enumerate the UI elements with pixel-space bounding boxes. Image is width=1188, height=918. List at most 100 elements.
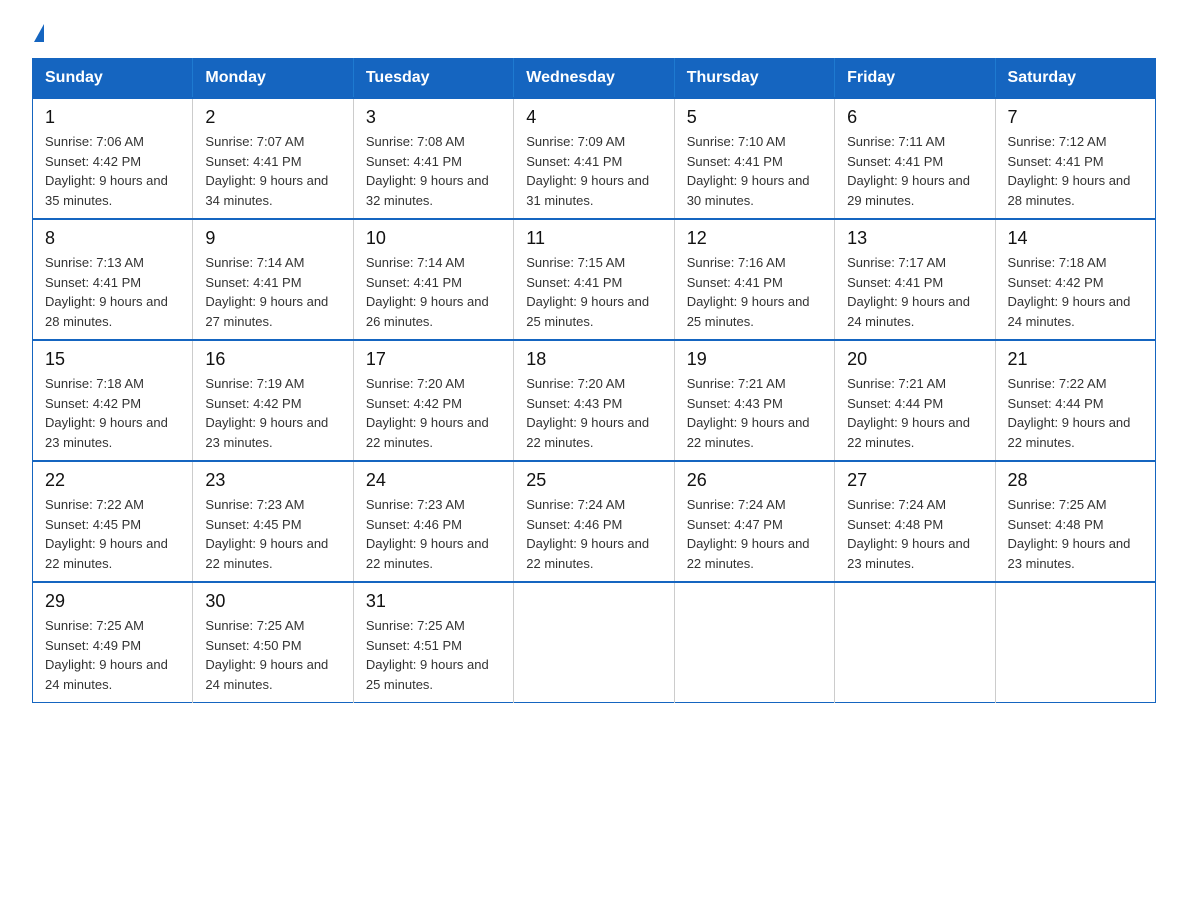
day-number: 17 [366,349,501,370]
day-number: 6 [847,107,982,128]
day-number: 27 [847,470,982,491]
day-info: Sunrise: 7:22 AMSunset: 4:45 PMDaylight:… [45,497,168,571]
calendar-week-row: 29 Sunrise: 7:25 AMSunset: 4:49 PMDaylig… [33,582,1156,703]
day-info: Sunrise: 7:08 AMSunset: 4:41 PMDaylight:… [366,134,489,208]
day-number: 23 [205,470,340,491]
day-info: Sunrise: 7:14 AMSunset: 4:41 PMDaylight:… [366,255,489,329]
day-number: 8 [45,228,180,249]
col-header-friday: Friday [835,59,995,99]
day-info: Sunrise: 7:22 AMSunset: 4:44 PMDaylight:… [1008,376,1131,450]
day-number: 18 [526,349,661,370]
calendar-week-row: 8 Sunrise: 7:13 AMSunset: 4:41 PMDayligh… [33,219,1156,340]
day-info: Sunrise: 7:10 AMSunset: 4:41 PMDaylight:… [687,134,810,208]
day-info: Sunrise: 7:24 AMSunset: 4:48 PMDaylight:… [847,497,970,571]
col-header-monday: Monday [193,59,353,99]
col-header-tuesday: Tuesday [353,59,513,99]
calendar-cell: 18 Sunrise: 7:20 AMSunset: 4:43 PMDaylig… [514,340,674,461]
col-header-thursday: Thursday [674,59,834,99]
day-info: Sunrise: 7:21 AMSunset: 4:43 PMDaylight:… [687,376,810,450]
day-number: 7 [1008,107,1143,128]
day-info: Sunrise: 7:11 AMSunset: 4:41 PMDaylight:… [847,134,970,208]
day-info: Sunrise: 7:12 AMSunset: 4:41 PMDaylight:… [1008,134,1131,208]
day-info: Sunrise: 7:18 AMSunset: 4:42 PMDaylight:… [1008,255,1131,329]
day-info: Sunrise: 7:24 AMSunset: 4:47 PMDaylight:… [687,497,810,571]
calendar-cell: 2 Sunrise: 7:07 AMSunset: 4:41 PMDayligh… [193,98,353,219]
logo [32,24,44,42]
calendar-cell: 26 Sunrise: 7:24 AMSunset: 4:47 PMDaylig… [674,461,834,582]
calendar-cell: 27 Sunrise: 7:24 AMSunset: 4:48 PMDaylig… [835,461,995,582]
calendar-week-row: 22 Sunrise: 7:22 AMSunset: 4:45 PMDaylig… [33,461,1156,582]
day-info: Sunrise: 7:25 AMSunset: 4:49 PMDaylight:… [45,618,168,692]
day-info: Sunrise: 7:13 AMSunset: 4:41 PMDaylight:… [45,255,168,329]
calendar-cell: 12 Sunrise: 7:16 AMSunset: 4:41 PMDaylig… [674,219,834,340]
day-info: Sunrise: 7:06 AMSunset: 4:42 PMDaylight:… [45,134,168,208]
day-number: 31 [366,591,501,612]
calendar-cell: 3 Sunrise: 7:08 AMSunset: 4:41 PMDayligh… [353,98,513,219]
logo-triangle-icon [34,24,44,42]
day-info: Sunrise: 7:25 AMSunset: 4:51 PMDaylight:… [366,618,489,692]
calendar-week-row: 1 Sunrise: 7:06 AMSunset: 4:42 PMDayligh… [33,98,1156,219]
day-info: Sunrise: 7:18 AMSunset: 4:42 PMDaylight:… [45,376,168,450]
calendar-cell: 28 Sunrise: 7:25 AMSunset: 4:48 PMDaylig… [995,461,1155,582]
calendar-cell: 14 Sunrise: 7:18 AMSunset: 4:42 PMDaylig… [995,219,1155,340]
day-info: Sunrise: 7:21 AMSunset: 4:44 PMDaylight:… [847,376,970,450]
calendar-cell: 11 Sunrise: 7:15 AMSunset: 4:41 PMDaylig… [514,219,674,340]
day-number: 2 [205,107,340,128]
day-info: Sunrise: 7:09 AMSunset: 4:41 PMDaylight:… [526,134,649,208]
calendar-cell: 13 Sunrise: 7:17 AMSunset: 4:41 PMDaylig… [835,219,995,340]
day-number: 14 [1008,228,1143,249]
day-number: 29 [45,591,180,612]
calendar-cell: 22 Sunrise: 7:22 AMSunset: 4:45 PMDaylig… [33,461,193,582]
calendar-cell: 31 Sunrise: 7:25 AMSunset: 4:51 PMDaylig… [353,582,513,703]
calendar-cell: 1 Sunrise: 7:06 AMSunset: 4:42 PMDayligh… [33,98,193,219]
calendar-cell: 25 Sunrise: 7:24 AMSunset: 4:46 PMDaylig… [514,461,674,582]
calendar-cell: 4 Sunrise: 7:09 AMSunset: 4:41 PMDayligh… [514,98,674,219]
day-number: 16 [205,349,340,370]
calendar-cell: 30 Sunrise: 7:25 AMSunset: 4:50 PMDaylig… [193,582,353,703]
calendar-cell: 19 Sunrise: 7:21 AMSunset: 4:43 PMDaylig… [674,340,834,461]
calendar-cell: 6 Sunrise: 7:11 AMSunset: 4:41 PMDayligh… [835,98,995,219]
day-info: Sunrise: 7:16 AMSunset: 4:41 PMDaylight:… [687,255,810,329]
col-header-saturday: Saturday [995,59,1155,99]
calendar-cell [835,582,995,703]
day-info: Sunrise: 7:14 AMSunset: 4:41 PMDaylight:… [205,255,328,329]
day-number: 19 [687,349,822,370]
day-info: Sunrise: 7:20 AMSunset: 4:42 PMDaylight:… [366,376,489,450]
day-number: 20 [847,349,982,370]
day-number: 30 [205,591,340,612]
day-number: 11 [526,228,661,249]
calendar-cell [514,582,674,703]
calendar-cell: 21 Sunrise: 7:22 AMSunset: 4:44 PMDaylig… [995,340,1155,461]
day-info: Sunrise: 7:15 AMSunset: 4:41 PMDaylight:… [526,255,649,329]
day-info: Sunrise: 7:25 AMSunset: 4:50 PMDaylight:… [205,618,328,692]
calendar-cell: 29 Sunrise: 7:25 AMSunset: 4:49 PMDaylig… [33,582,193,703]
day-number: 28 [1008,470,1143,491]
calendar-cell: 9 Sunrise: 7:14 AMSunset: 4:41 PMDayligh… [193,219,353,340]
day-info: Sunrise: 7:25 AMSunset: 4:48 PMDaylight:… [1008,497,1131,571]
calendar-cell [995,582,1155,703]
day-number: 1 [45,107,180,128]
calendar-cell: 5 Sunrise: 7:10 AMSunset: 4:41 PMDayligh… [674,98,834,219]
calendar-header-row: SundayMondayTuesdayWednesdayThursdayFrid… [33,59,1156,99]
day-number: 25 [526,470,661,491]
day-number: 10 [366,228,501,249]
day-number: 15 [45,349,180,370]
day-info: Sunrise: 7:17 AMSunset: 4:41 PMDaylight:… [847,255,970,329]
calendar-cell [674,582,834,703]
day-info: Sunrise: 7:23 AMSunset: 4:45 PMDaylight:… [205,497,328,571]
calendar-cell: 24 Sunrise: 7:23 AMSunset: 4:46 PMDaylig… [353,461,513,582]
calendar-cell: 23 Sunrise: 7:23 AMSunset: 4:45 PMDaylig… [193,461,353,582]
calendar-cell: 8 Sunrise: 7:13 AMSunset: 4:41 PMDayligh… [33,219,193,340]
day-info: Sunrise: 7:07 AMSunset: 4:41 PMDaylight:… [205,134,328,208]
day-number: 9 [205,228,340,249]
day-number: 22 [45,470,180,491]
day-number: 21 [1008,349,1143,370]
day-info: Sunrise: 7:19 AMSunset: 4:42 PMDaylight:… [205,376,328,450]
calendar-cell: 17 Sunrise: 7:20 AMSunset: 4:42 PMDaylig… [353,340,513,461]
col-header-sunday: Sunday [33,59,193,99]
day-info: Sunrise: 7:20 AMSunset: 4:43 PMDaylight:… [526,376,649,450]
day-number: 5 [687,107,822,128]
calendar-cell: 15 Sunrise: 7:18 AMSunset: 4:42 PMDaylig… [33,340,193,461]
day-number: 26 [687,470,822,491]
calendar-table: SundayMondayTuesdayWednesdayThursdayFrid… [32,58,1156,703]
